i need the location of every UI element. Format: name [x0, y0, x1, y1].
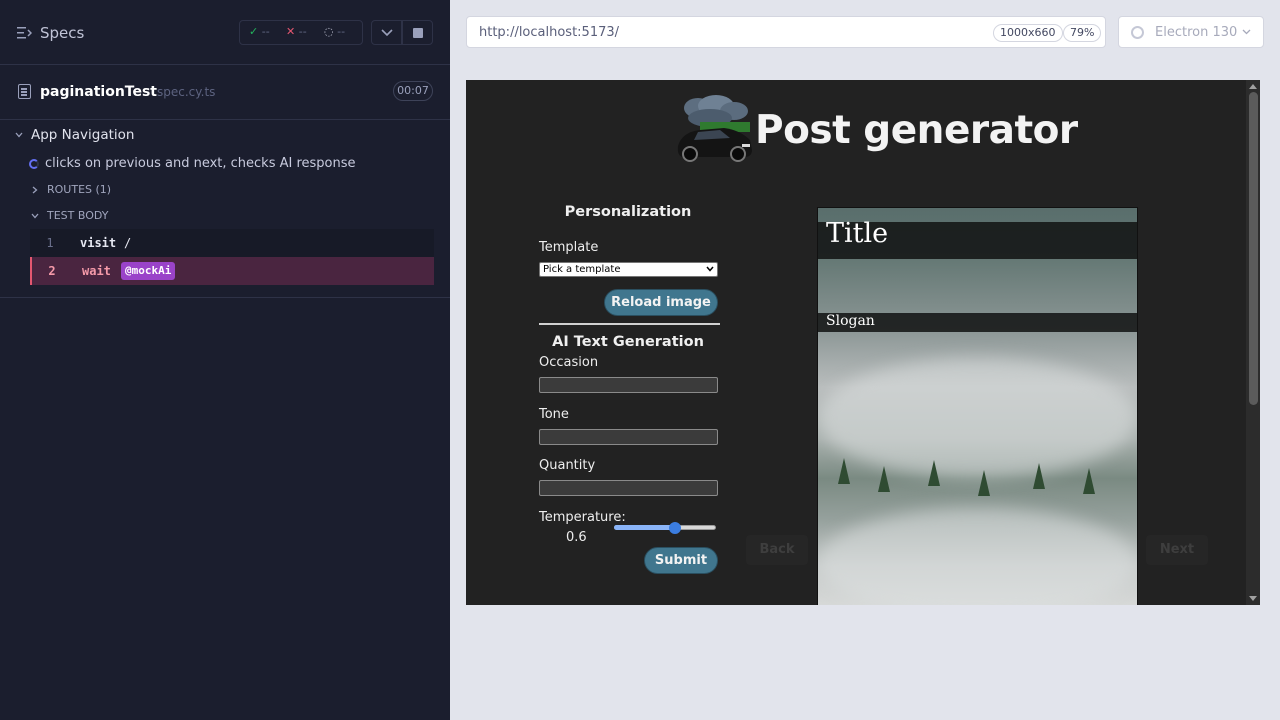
section-divider [539, 323, 720, 325]
running-spinner-icon [29, 159, 39, 169]
specs-title[interactable]: Specs [40, 24, 84, 42]
tree [928, 460, 940, 486]
command-number: 2 [48, 264, 56, 278]
quantity-label: Quantity [539, 458, 596, 473]
specs-list-icon[interactable] [17, 26, 32, 40]
browser-selector[interactable]: Electron 130 [1118, 16, 1264, 48]
viewport-size-badge[interactable]: 1000x660 [993, 24, 1063, 42]
temperature-slider-thumb[interactable] [669, 522, 682, 534]
command-number: 1 [46, 236, 54, 250]
spec-duration-badge: 00:07 [393, 81, 433, 101]
command-name: wait [82, 264, 111, 278]
pending-icon: ◌ [324, 25, 334, 38]
submit-button[interactable]: Submit [644, 547, 718, 574]
test-body-label: TEST BODY [47, 209, 109, 222]
app-title: Post generator [755, 108, 1078, 153]
reporter-panel: Specs ✓ -- ✕ -- ◌ -- paginationTestspec.… [0, 0, 450, 720]
reload-image-button[interactable]: Reload image [604, 289, 718, 316]
scrollbar[interactable] [1246, 80, 1260, 605]
tree [1083, 468, 1095, 494]
back-button[interactable]: Back [746, 535, 808, 565]
command-message: / [124, 236, 132, 250]
test-title: clicks on previous and next, checks AI r… [45, 156, 356, 171]
next-button[interactable]: Next [1146, 535, 1208, 565]
tree [1033, 463, 1045, 489]
app-viewport: Post generator Personalization Template … [466, 80, 1260, 605]
spec-file-basename: paginationTest [40, 84, 157, 100]
chevron-down-icon [1242, 29, 1251, 35]
test-body-section[interactable]: TEST BODY [0, 204, 450, 228]
failed-count: -- [298, 25, 307, 38]
template-select[interactable]: Pick a template [539, 262, 718, 277]
passed-stat: ✓ -- [249, 25, 270, 38]
spec-file-name: paginationTestspec.cy.ts [40, 84, 215, 100]
chevron-down-icon [381, 29, 393, 37]
routes-section[interactable]: ROUTES (1) [0, 178, 450, 202]
tone-label: Tone [539, 407, 569, 422]
car-cloud-logo [677, 95, 752, 162]
command-row[interactable]: 1 visit / [30, 229, 434, 257]
tree [838, 458, 850, 484]
temperature-label: Temperature: [539, 510, 626, 525]
ai-text-generation-heading: AI Text Generation [552, 334, 704, 350]
passed-count: -- [261, 25, 270, 38]
divider [0, 297, 450, 298]
spec-file-ext: spec.cy.ts [157, 85, 216, 99]
scroll-up-arrow-icon[interactable] [1249, 84, 1257, 89]
tree [978, 470, 990, 496]
chevron-down-icon [15, 132, 23, 138]
command-row-active[interactable]: 2 wait @mockAi [30, 257, 434, 285]
temperature-slider-fill [614, 525, 676, 530]
template-label: Template [539, 240, 599, 255]
pending-count: -- [337, 25, 346, 38]
specs-header: Specs ✓ -- ✕ -- ◌ -- [0, 0, 450, 65]
test-row[interactable]: clicks on previous and next, checks AI r… [0, 151, 450, 176]
chevron-right-icon [32, 186, 38, 194]
post-preview-image: Title Slogan [817, 207, 1138, 605]
scroll-down-arrow-icon[interactable] [1249, 596, 1257, 601]
document-icon [18, 84, 31, 99]
browser-label: Electron 130 [1155, 25, 1238, 40]
tone-input[interactable] [539, 429, 718, 445]
zoom-badge[interactable]: 79% [1063, 24, 1102, 42]
routes-label: ROUTES (1) [47, 183, 112, 196]
stop-icon [413, 28, 423, 38]
occasion-label: Occasion [539, 355, 599, 370]
post-title: Title [826, 218, 889, 249]
electron-icon [1131, 26, 1144, 39]
stats-bar: ✓ -- ✕ -- ◌ -- [239, 20, 363, 45]
quantity-input[interactable] [539, 480, 718, 496]
alias-badge: @mockAi [121, 262, 176, 280]
check-icon: ✓ [249, 25, 259, 38]
url-text[interactable]: http://localhost:5173/ [479, 25, 619, 40]
pending-stat: ◌ -- [324, 25, 345, 38]
tree [878, 466, 890, 492]
stop-button[interactable] [402, 20, 433, 45]
spec-file-row[interactable]: paginationTestspec.cy.ts 00:07 [0, 66, 450, 120]
url-bar[interactable]: http://localhost:5173/ 1000x660 79% [466, 16, 1106, 48]
mist-layer [818, 508, 1137, 605]
suite-title: App Navigation [31, 127, 135, 143]
mist-layer [818, 358, 1137, 478]
template-select-value: Pick a template [543, 264, 621, 275]
personalization-heading: Personalization [564, 204, 692, 220]
collapse-button[interactable] [371, 20, 402, 45]
command-name: visit [80, 236, 117, 250]
cross-icon: ✕ [286, 25, 296, 38]
failed-stat: ✕ -- [286, 25, 307, 38]
suite-row[interactable]: App Navigation [0, 121, 450, 147]
chevron-down-icon [31, 213, 39, 219]
post-slogan: Slogan [826, 313, 875, 329]
chevron-down-icon [706, 266, 714, 272]
occasion-input[interactable] [539, 377, 718, 393]
temperature-value: 0.6 [566, 530, 587, 545]
scroll-thumb[interactable] [1249, 92, 1258, 405]
